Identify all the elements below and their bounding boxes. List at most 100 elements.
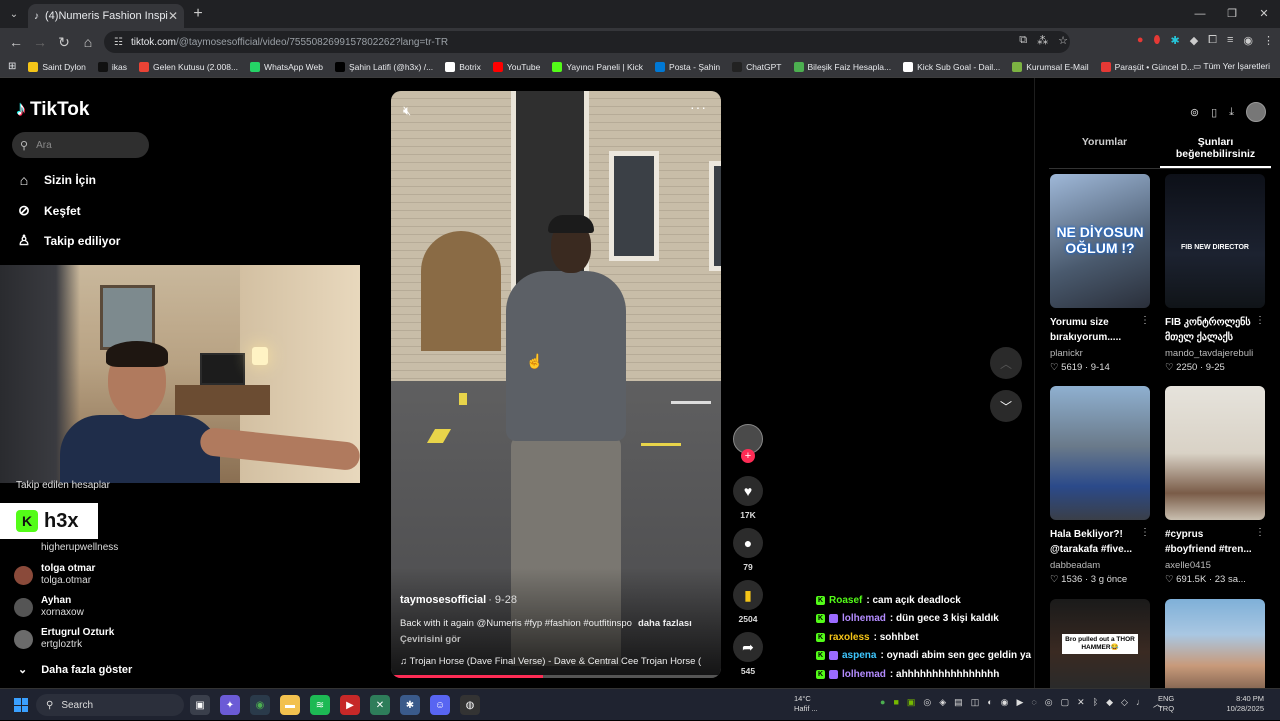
media-app-icon[interactable]: ▶: [340, 695, 360, 715]
tray-app-icon[interactable]: ◇: [1121, 697, 1128, 710]
translate-link[interactable]: Çevirisini gör: [400, 634, 461, 645]
home-browser-icon[interactable]: ⌂: [76, 34, 100, 50]
bookmark-item[interactable]: Posta - Şahin: [655, 61, 720, 72]
recommended-video-card[interactable]: NE DİYOSUN OĞLUM !? Yorumu size bırakıyo…: [1050, 174, 1150, 373]
bookmark-item[interactable]: Kurumsal E-Mail: [1012, 61, 1089, 72]
tray-app-icon[interactable]: ◐: [987, 697, 992, 710]
bookmark-item[interactable]: WhatsApp Web: [250, 61, 323, 72]
taskbar-search[interactable]: ⚲ Search: [36, 694, 184, 716]
tray-steam-icon[interactable]: ◎: [1045, 697, 1053, 710]
site-info-icon[interactable]: ☷: [114, 37, 123, 48]
install-app-icon[interactable]: ⧉: [1019, 34, 1027, 47]
bookmark-item[interactable]: Saint Dylon: [28, 61, 86, 72]
bookmark-item[interactable]: Yayıncı Paneli | Kick: [552, 61, 643, 72]
tray-app-icon[interactable]: ▢: [1061, 697, 1070, 710]
tray-app-icon[interactable]: ◈: [939, 697, 946, 710]
recommended-video-card[interactable]: FIB NEW DIRECTOR FIB კონტროლენს მთელ ქალ…: [1165, 174, 1265, 373]
close-window-icon[interactable]: ✕: [1248, 0, 1280, 28]
terminal-icon[interactable]: ✕: [370, 695, 390, 715]
settings-icon[interactable]: ✱: [400, 695, 420, 715]
nav-explore[interactable]: ⊘ Keşfet: [16, 202, 81, 219]
caption-more-link[interactable]: daha fazlası: [638, 618, 692, 629]
new-tab-button[interactable]: +: [184, 5, 212, 23]
bookmark-item[interactable]: Paraşüt • Güncel D...: [1100, 61, 1194, 72]
tray-app-icon[interactable]: ●: [880, 697, 885, 710]
taskbar-clock[interactable]: 8:40 PM 10/28/2025: [1214, 694, 1264, 714]
video-progress-bar[interactable]: [391, 675, 721, 678]
extensions-puzzle-icon[interactable]: ⧠: [1208, 34, 1217, 47]
microphone-icon[interactable]: ♩: [1136, 697, 1145, 710]
video-author[interactable]: taymosesofficial · 9-28: [400, 594, 517, 606]
language-indicator[interactable]: ENG TRQ: [1158, 694, 1174, 714]
bookmark-item[interactable]: ChatGPT: [732, 61, 782, 72]
recommended-video-card[interactable]: Hala Bekliyor?! @tarakafa #five... ⋮ dab…: [1050, 386, 1150, 585]
chrome-icon[interactable]: ◉: [250, 695, 270, 715]
more-options-icon[interactable]: ⋮: [1140, 527, 1150, 538]
translate-icon[interactable]: ⁂: [1037, 34, 1048, 47]
video-player[interactable]: 🔇︎ ··· taymosesofficial · 9-28 Back with …: [391, 91, 721, 678]
tray-app-icon[interactable]: ◫: [971, 697, 980, 710]
coin-icon[interactable]: ⊚: [1190, 106, 1199, 119]
more-options-icon[interactable]: ⋮: [1255, 527, 1265, 538]
tab-recommended[interactable]: Şunları beğenebilirsiniz: [1160, 136, 1271, 168]
profile-avatar-icon[interactable]: ◉: [1243, 34, 1253, 47]
next-video-button[interactable]: ﹀: [990, 390, 1022, 422]
discord-icon[interactable]: ☺: [430, 695, 450, 715]
mute-icon[interactable]: 🔇︎: [403, 103, 411, 119]
tray-app-icon[interactable]: ✕: [1077, 697, 1085, 710]
file-explorer-icon[interactable]: ▬: [280, 695, 300, 715]
restore-icon[interactable]: ❐: [1216, 0, 1248, 28]
nav-for-you[interactable]: ⌂ Sizin İçin: [16, 172, 96, 188]
recommended-video-card[interactable]: #cyprus #boyfriend #tren... ⋮ axelle0415…: [1165, 386, 1265, 585]
bookmark-item[interactable]: YouTube: [492, 61, 540, 72]
apps-grid-icon[interactable]: ⊞: [8, 61, 16, 72]
windows-start-icon[interactable]: [14, 698, 28, 712]
extension-red-icon[interactable]: ●: [1137, 34, 1144, 47]
copilot-icon[interactable]: ✦: [220, 695, 240, 715]
tray-chrome-icon[interactable]: ◎: [923, 697, 931, 710]
reading-list-icon[interactable]: ≡: [1227, 34, 1233, 47]
task-view-icon[interactable]: ▣: [190, 695, 210, 715]
tray-app-icon[interactable]: ◆: [1106, 697, 1113, 710]
more-options-icon[interactable]: ⋮: [1255, 315, 1265, 326]
share-button[interactable]: ➦: [733, 632, 763, 662]
search-input[interactable]: [36, 139, 127, 151]
all-bookmarks[interactable]: ▭ Tüm Yer İşaretleri: [1193, 61, 1270, 72]
comment-button[interactable]: ●: [733, 528, 763, 558]
bookmark-item[interactable]: ikas: [97, 61, 127, 72]
tray-app-icon[interactable]: ▤: [954, 697, 963, 710]
phone-icon[interactable]: ▯: [1211, 106, 1217, 119]
bookmark-item[interactable]: Bileşik Faiz Hesapla...: [793, 61, 891, 72]
recommended-video-card[interactable]: Bro pulled out a THOR HAMMER😂: [1050, 599, 1150, 688]
tray-bluetooth-icon[interactable]: ᛒ: [1093, 697, 1098, 710]
tiktok-logo[interactable]: ♪ TikTok: [16, 98, 89, 121]
following-account[interactable]: Ertugrul Ozturk ertgloztrk: [14, 627, 114, 651]
bookmark-item[interactable]: Botrix: [445, 61, 481, 72]
tray-game-icon[interactable]: ▣: [907, 697, 916, 710]
follow-plus-icon[interactable]: +: [741, 449, 755, 463]
tray-app-icon[interactable]: ▶: [1017, 697, 1024, 710]
tray-app-icon[interactable]: ◉: [1001, 697, 1009, 710]
search-box[interactable]: ⚲: [12, 132, 149, 158]
weather-widget[interactable]: 14°C Hafif ...: [794, 694, 818, 714]
minimize-icon[interactable]: —: [1184, 0, 1216, 28]
bookmark-star-icon[interactable]: ☆: [1058, 34, 1068, 47]
bookmark-item[interactable]: Gelen Kutusu (2.008...: [138, 61, 238, 72]
tray-app-icon[interactable]: ◌: [1031, 697, 1036, 710]
like-button[interactable]: ♥: [733, 476, 763, 506]
following-account[interactable]: ...llness higherupwellness: [14, 530, 118, 554]
forward-icon[interactable]: →: [28, 34, 52, 50]
spotify-icon[interactable]: ≋: [310, 695, 330, 715]
tab-search-button[interactable]: ⌄: [0, 0, 28, 28]
more-options-icon[interactable]: ⋮: [1140, 315, 1150, 326]
nav-following[interactable]: ♙ Takip ediliyor: [16, 232, 121, 249]
following-account[interactable]: Ayhan xornaxow: [14, 595, 84, 619]
tab-close-icon[interactable]: ✕: [168, 9, 178, 23]
extension-teal-icon[interactable]: ✱: [1170, 34, 1179, 47]
reload-icon[interactable]: ↻: [52, 34, 76, 51]
download-icon[interactable]: ⤓: [1229, 106, 1234, 119]
previous-video-button[interactable]: ︿: [990, 347, 1022, 379]
browser-tab[interactable]: ♪ (4)Numeris Fashion Inspiration ✕: [28, 4, 184, 28]
extension-diamond-icon[interactable]: ◆: [1190, 34, 1198, 47]
tab-comments[interactable]: Yorumlar: [1049, 136, 1160, 168]
